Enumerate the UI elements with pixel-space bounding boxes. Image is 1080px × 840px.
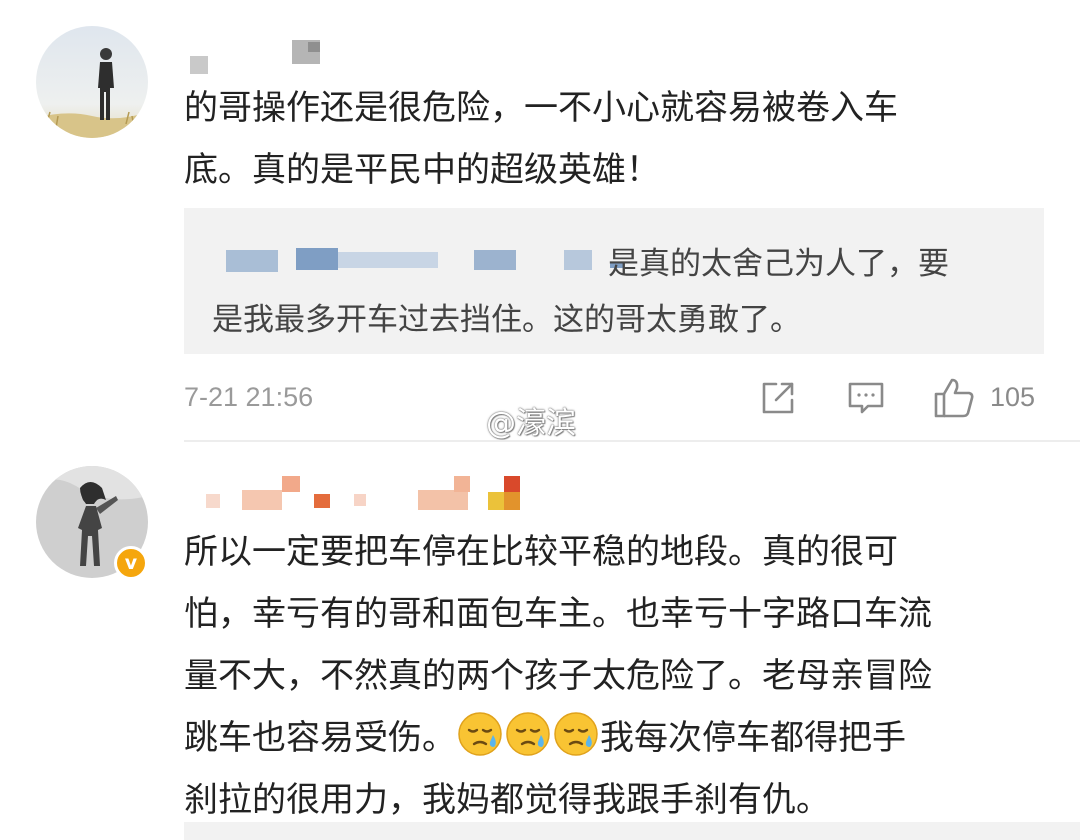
- sweat-face-emoji: [457, 711, 503, 757]
- user-avatar[interactable]: [36, 26, 148, 138]
- comment-feed: 的哥操作还是很危险，一不小心就容易被卷入车 底。真的是平民中的超级英雄！ 是真的…: [0, 0, 1080, 840]
- username-blurred[interactable]: [190, 40, 340, 76]
- comment-timestamp: 7-21 21:56: [184, 382, 314, 412]
- watermark: @濠滨: [486, 406, 576, 441]
- comment-icon[interactable]: [846, 378, 886, 418]
- username-blurred[interactable]: [206, 474, 526, 510]
- comment-text: 的哥操作还是很危险，一不小心就容易被卷入车 底。真的是平民中的超级英雄！: [184, 88, 898, 190]
- sweat-face-emoji: [505, 711, 551, 757]
- like-count: 105: [990, 382, 1036, 412]
- quoted-text-line-1: 是真的太舍己为人了，要: [608, 246, 949, 282]
- next-quoted-reply: [184, 822, 1080, 840]
- sweat-face-emoji: [553, 711, 599, 757]
- comment-text: 所以一定要把车停在比较平稳的地段。真的很可 怕，幸亏有的哥和面包车主。也幸亏十字…: [184, 532, 932, 820]
- quoted-reply[interactable]: 是真的太舍己为人了，要 是我最多开车过去挡住。这的哥太勇敢了。: [184, 208, 1044, 354]
- quoted-username-blurred[interactable]: [226, 244, 624, 278]
- quoted-text-line-2: 是我最多开车过去挡住。这的哥太勇敢了。: [212, 302, 801, 338]
- comment-divider: [184, 440, 1080, 442]
- verified-badge-icon: v: [114, 546, 148, 580]
- like-icon[interactable]: [932, 376, 976, 420]
- share-icon[interactable]: [758, 378, 798, 418]
